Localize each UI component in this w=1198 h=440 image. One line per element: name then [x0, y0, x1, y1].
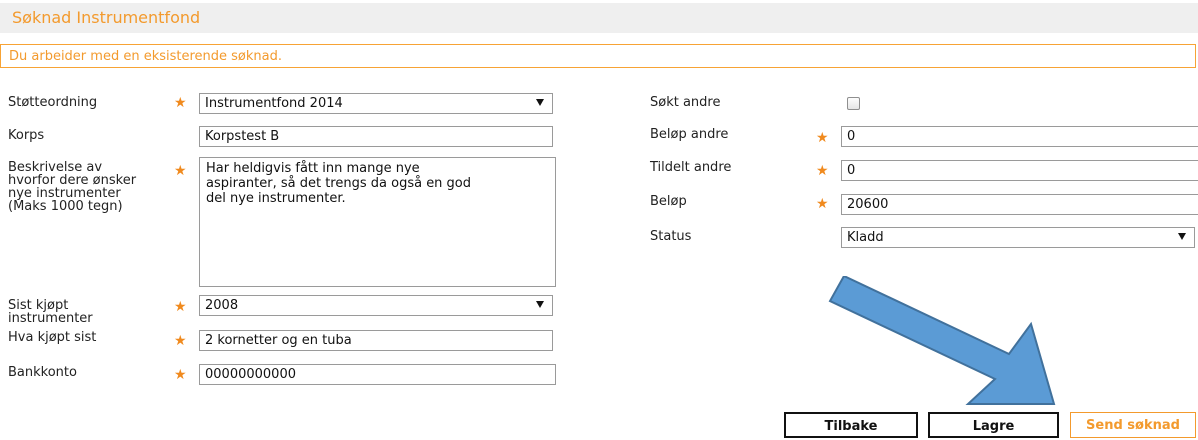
send-application-button[interactable]: Send søknad — [1070, 412, 1196, 438]
sist-kjopt-value: 2008 — [205, 298, 239, 313]
label-belop-andre: Beløp andre — [650, 127, 729, 142]
textarea-line: del nye instrumenter. — [206, 191, 346, 206]
annotation-arrow-shape — [828, 276, 1056, 405]
required-star: ★ — [816, 196, 829, 212]
label-sist-kjopt: Sist kjøpt instrumenter — [8, 299, 93, 325]
status-value: Kladd — [847, 230, 884, 245]
label-bankkonto: Bankkonto — [8, 365, 77, 380]
belop-value: 20600 — [847, 197, 889, 212]
required-star: ★ — [816, 163, 829, 179]
dropdown-arrow-icon — [1178, 233, 1186, 240]
required-star: ★ — [174, 299, 187, 315]
sist-kjopt-select[interactable]: 2008 — [199, 295, 553, 316]
hva-kjopt-field[interactable]: 2 kornetter og en tuba — [199, 330, 553, 351]
belop-andre-value: 0 — [847, 129, 856, 144]
info-notice: Du arbeider med en eksisterende søknad. — [0, 44, 1196, 68]
dropdown-arrow-icon — [536, 99, 544, 106]
label-hva-kjopt: Hva kjøpt sist — [8, 330, 97, 345]
dropdown-arrow-icon — [536, 301, 544, 308]
required-star: ★ — [816, 130, 829, 146]
label-korps: Korps — [8, 128, 45, 143]
textarea-line: Har heldigvis fått inn mange nye — [206, 161, 420, 176]
korps-value: Korpstest B — [205, 129, 280, 144]
label-line: (Maks 1000 tegn) — [8, 199, 123, 214]
notice-text: Du arbeider med en eksisterende søknad. — [9, 49, 282, 64]
annotation-arrow-icon — [828, 276, 1056, 405]
label-sokt-andre: Søkt andre — [650, 95, 721, 110]
stotteordning-select[interactable]: Instrumentfond 2014 — [199, 93, 553, 114]
hva-kjopt-value: 2 kornetter og en tuba — [205, 333, 352, 348]
stotteordning-value: Instrumentfond 2014 — [205, 96, 343, 111]
label-belop: Beløp — [650, 194, 687, 209]
belop-field[interactable]: 20600 — [841, 194, 1198, 215]
label-status: Status — [650, 229, 692, 244]
label-beskrivelse: Beskrivelse av hvorfor dere ønsker nye i… — [8, 161, 136, 213]
textarea-line: aspiranter, så det trengs da også en god — [206, 176, 472, 191]
korps-field[interactable]: Korpstest B — [199, 126, 553, 147]
required-star: ★ — [174, 95, 187, 111]
status-select[interactable]: Kladd — [841, 227, 1195, 248]
save-button[interactable]: Lagre — [928, 412, 1059, 438]
tildelt-andre-value: 0 — [847, 163, 856, 178]
back-button[interactable]: Tilbake — [784, 412, 918, 438]
required-star: ★ — [174, 163, 187, 179]
page-header: Søknad Instrumentfond — [0, 3, 1198, 33]
tildelt-andre-field[interactable]: 0 — [841, 160, 1198, 181]
required-star: ★ — [174, 333, 187, 349]
beskrivelse-textarea[interactable]: Har heldigvis fått inn mange nye aspiran… — [199, 157, 556, 287]
label-line: instrumenter — [8, 311, 93, 326]
page-title: Søknad Instrumentfond — [12, 8, 201, 27]
required-star: ★ — [174, 367, 187, 383]
sokt-andre-checkbox[interactable] — [847, 97, 860, 110]
label-tildelt-andre: Tildelt andre — [650, 160, 732, 175]
bankkonto-field[interactable]: 00000000000 — [199, 364, 556, 385]
label-stotteordning: Støtteordning — [8, 95, 98, 110]
bankkonto-value: 00000000000 — [205, 367, 296, 382]
belop-andre-field[interactable]: 0 — [841, 126, 1198, 147]
